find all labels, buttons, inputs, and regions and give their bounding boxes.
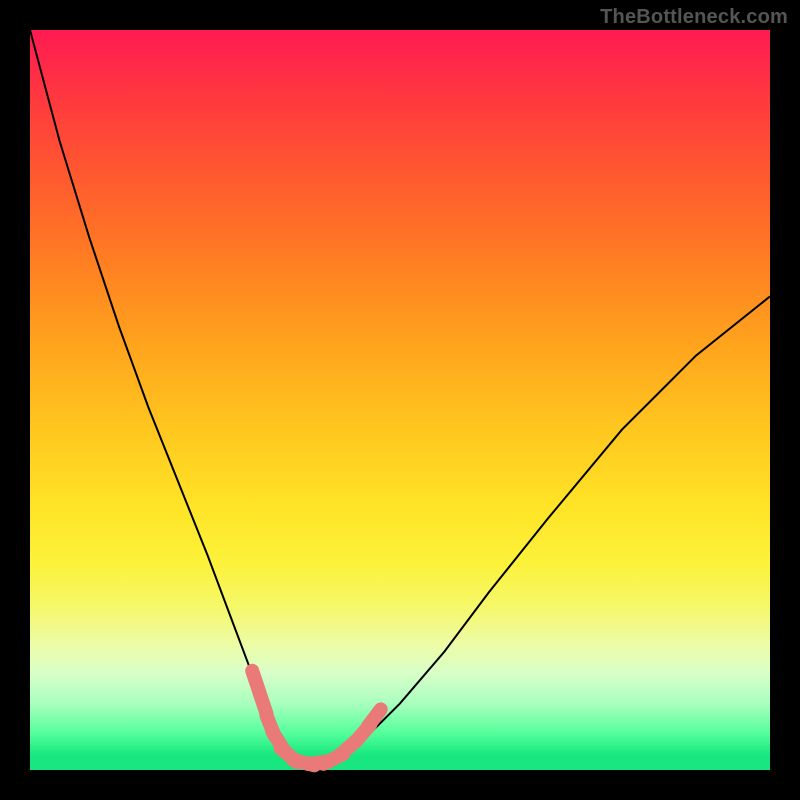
curve-group bbox=[30, 30, 770, 763]
bottleneck-curve bbox=[30, 30, 770, 763]
watermark-label: TheBottleneck.com bbox=[600, 6, 788, 29]
chart-frame: TheBottleneck.com bbox=[0, 0, 800, 800]
plot-area bbox=[30, 30, 770, 770]
marker-group bbox=[252, 671, 381, 766]
chart-svg bbox=[30, 30, 770, 770]
